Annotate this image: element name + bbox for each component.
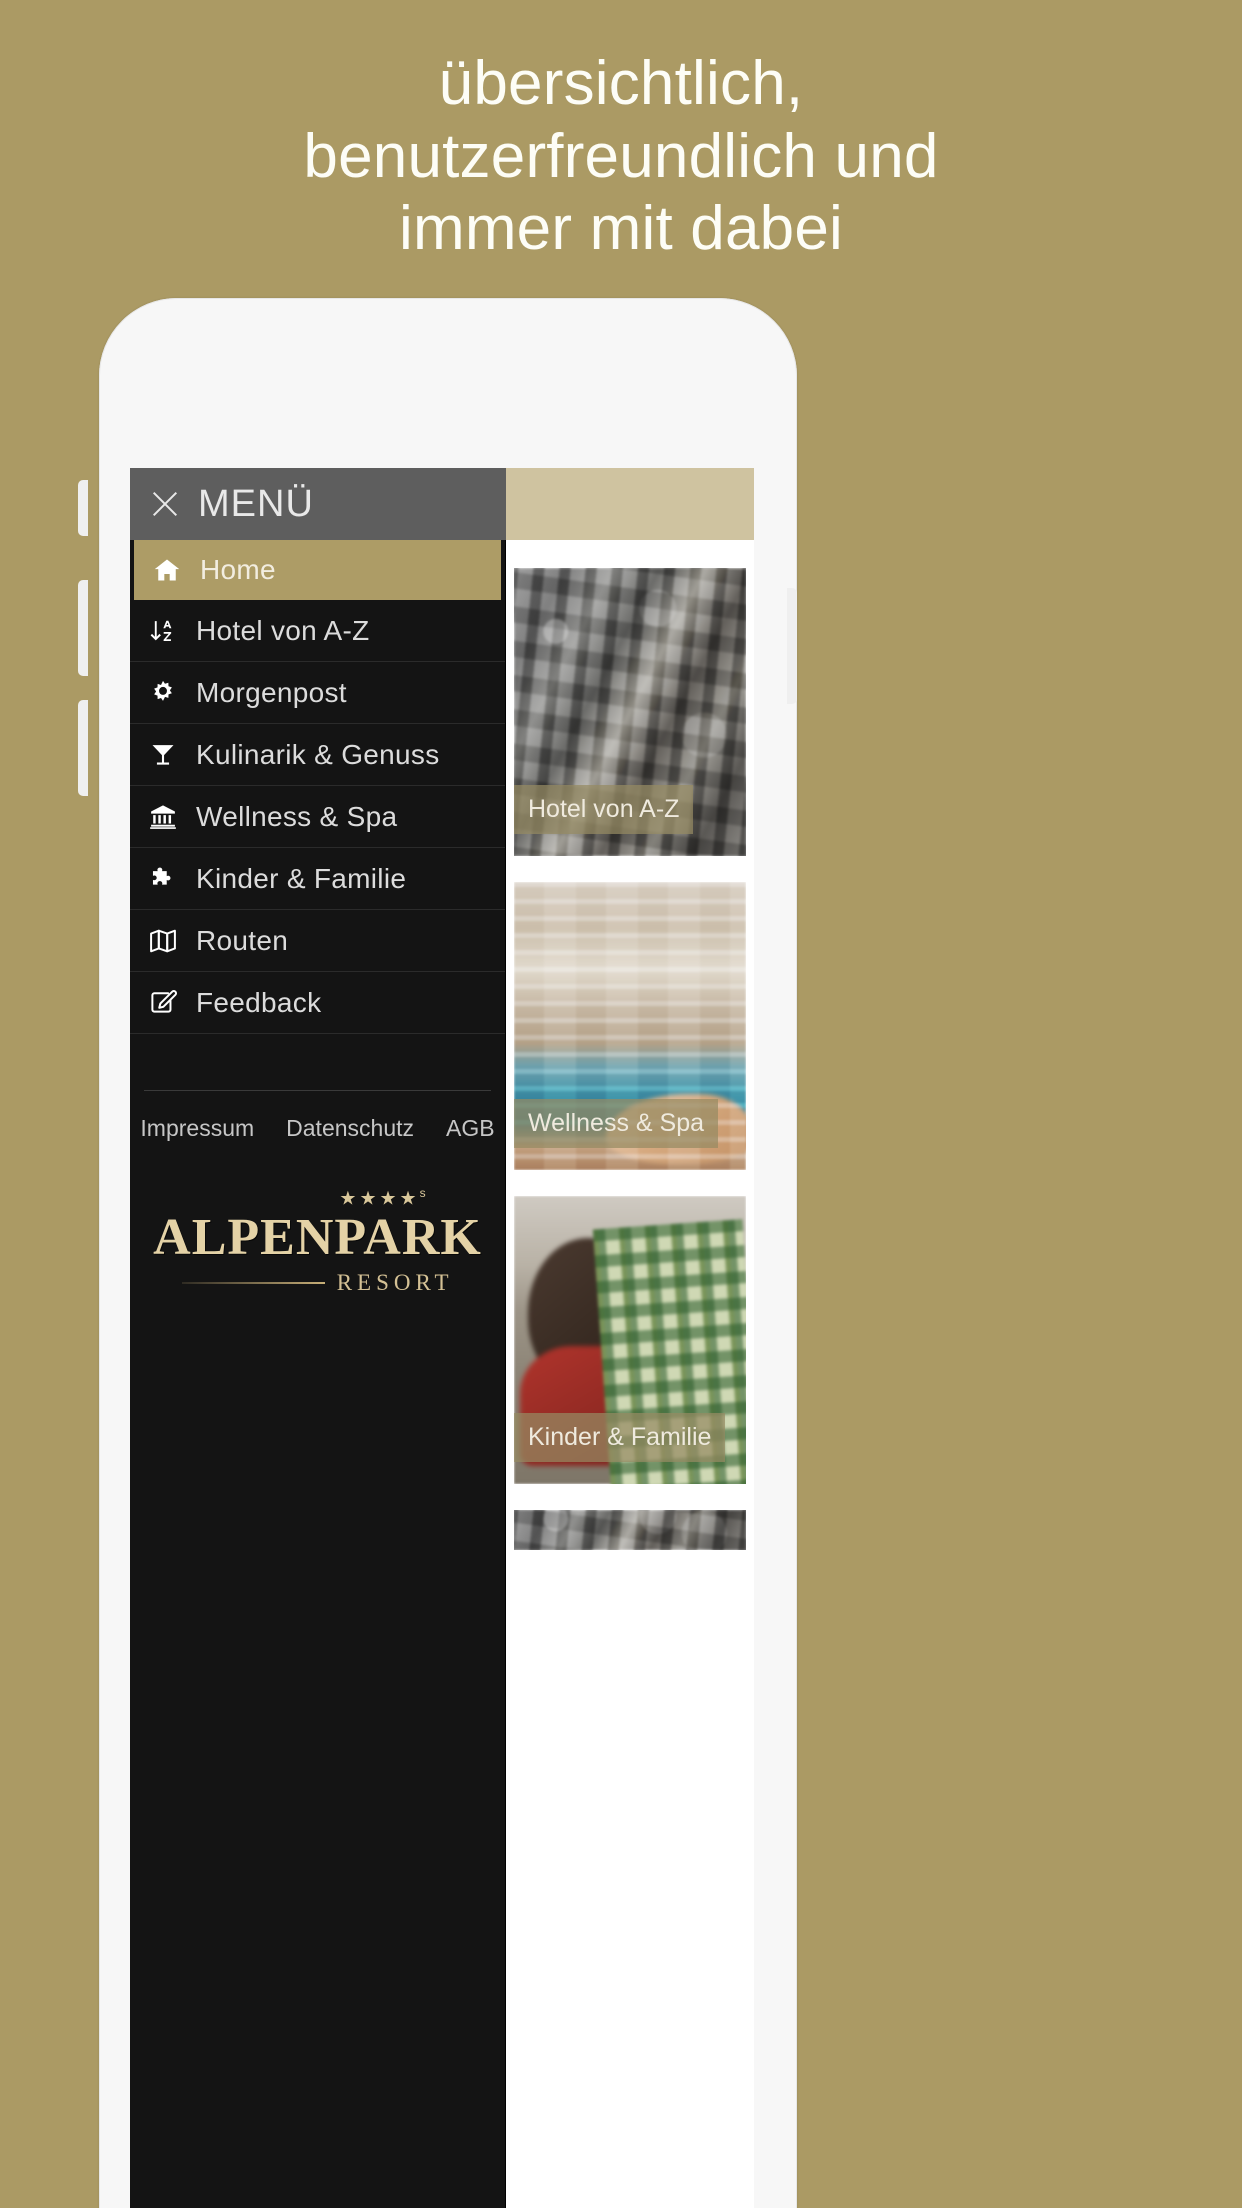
content-card[interactable]: F KI Kinder & Familie — [514, 1196, 746, 1484]
nav-item-label: Feedback — [196, 986, 322, 1018]
headline-line-3: immer mit dabei — [399, 194, 843, 264]
sort-alpha-icon — [148, 616, 178, 646]
card-caption: Wellness & Spa — [514, 1099, 719, 1148]
nav-item-wellness-spa[interactable]: Wellness & Spa — [130, 786, 505, 848]
phone-screen: Hotel von A-Z Wellness & Spa F KI Kinder… — [130, 468, 754, 2208]
headline-line-2: benutzerfreundlich und — [303, 121, 939, 191]
nav-item-label: Hotel von A-Z — [196, 614, 370, 646]
content-card-partial[interactable] — [514, 1510, 746, 1550]
logo-rule — [181, 1282, 325, 1285]
headline-line-1: übersichtlich, — [438, 49, 804, 118]
nav-item-kinder-familie[interactable]: Kinder & Familie — [130, 848, 505, 910]
nav-list: Home Hotel von A-Z Morgenpost Kulinarik … — [130, 540, 505, 1034]
map-icon — [148, 926, 178, 956]
card-caption: Hotel von A-Z — [514, 785, 694, 834]
card-image-next — [514, 1510, 746, 1550]
nav-item-label: Kinder & Familie — [196, 862, 407, 894]
nav-item-label: Kulinarik & Genuss — [196, 738, 440, 770]
star-rating-stars: ★★★★ — [339, 1188, 420, 1210]
nav-item-label: Morgenpost — [196, 676, 347, 708]
nav-item-label: Home — [200, 553, 276, 585]
legal-link-agb[interactable]: AGB — [446, 1115, 495, 1142]
card-caption: Kinder & Familie — [514, 1413, 726, 1462]
nav-item-feedback[interactable]: Feedback — [130, 972, 505, 1034]
nav-item-label: Wellness & Spa — [196, 800, 398, 832]
brand-subtitle: RESORT — [336, 1270, 454, 1296]
puzzle-icon — [148, 864, 178, 894]
content-card[interactable]: Wellness & Spa — [514, 882, 746, 1170]
content-card[interactable]: Hotel von A-Z — [514, 568, 746, 856]
volume-down-button[interactable] — [78, 700, 88, 796]
nav-item-kulinarik-genuss[interactable]: Kulinarik & Genuss — [130, 724, 505, 786]
volume-up-button[interactable] — [78, 580, 88, 676]
star-rating-superscript: s — [419, 1186, 426, 1200]
legal-links-row: Impressum Datenschutz AGB — [130, 1091, 505, 1165]
brand-subtitle-row: RESORT — [181, 1270, 454, 1296]
menu-header-bar: MENÜ — [130, 468, 506, 540]
menu-title: MENÜ — [198, 482, 314, 525]
mute-switch-button[interactable] — [78, 480, 88, 536]
sun-icon — [148, 678, 178, 708]
legal-link-impressum[interactable]: Impressum — [140, 1115, 254, 1142]
temple-icon — [148, 802, 178, 832]
status-bar-strip — [506, 468, 754, 540]
nav-item-routen[interactable]: Routen — [130, 910, 505, 972]
brand-logo: ★★★★s ALPENPARK RESORT — [130, 1165, 505, 1296]
close-icon[interactable] — [148, 487, 182, 521]
home-icon — [152, 555, 182, 585]
power-button[interactable] — [787, 588, 797, 704]
nav-item-label: Routen — [196, 924, 289, 956]
page-headline: übersichtlich, benutzerfreundlich und im… — [0, 48, 1242, 266]
nav-item-hotel-von-a-z[interactable]: Hotel von A-Z — [130, 600, 505, 662]
edit-square-icon — [148, 988, 178, 1018]
sticky-note-text: F KI — [692, 1345, 736, 1373]
cocktail-icon — [148, 740, 178, 770]
star-rating: ★★★★s — [339, 1187, 425, 1208]
navigation-drawer: Home Hotel von A-Z Morgenpost Kulinarik … — [130, 540, 506, 2208]
nav-item-home[interactable]: Home — [134, 540, 501, 600]
legal-link-datenschutz[interactable]: Datenschutz — [286, 1115, 414, 1142]
nav-item-morgenpost[interactable]: Morgenpost — [130, 662, 505, 724]
brand-name: ALPENPARK — [153, 1209, 482, 1267]
content-column: Hotel von A-Z Wellness & Spa F KI Kinder… — [506, 540, 754, 2208]
